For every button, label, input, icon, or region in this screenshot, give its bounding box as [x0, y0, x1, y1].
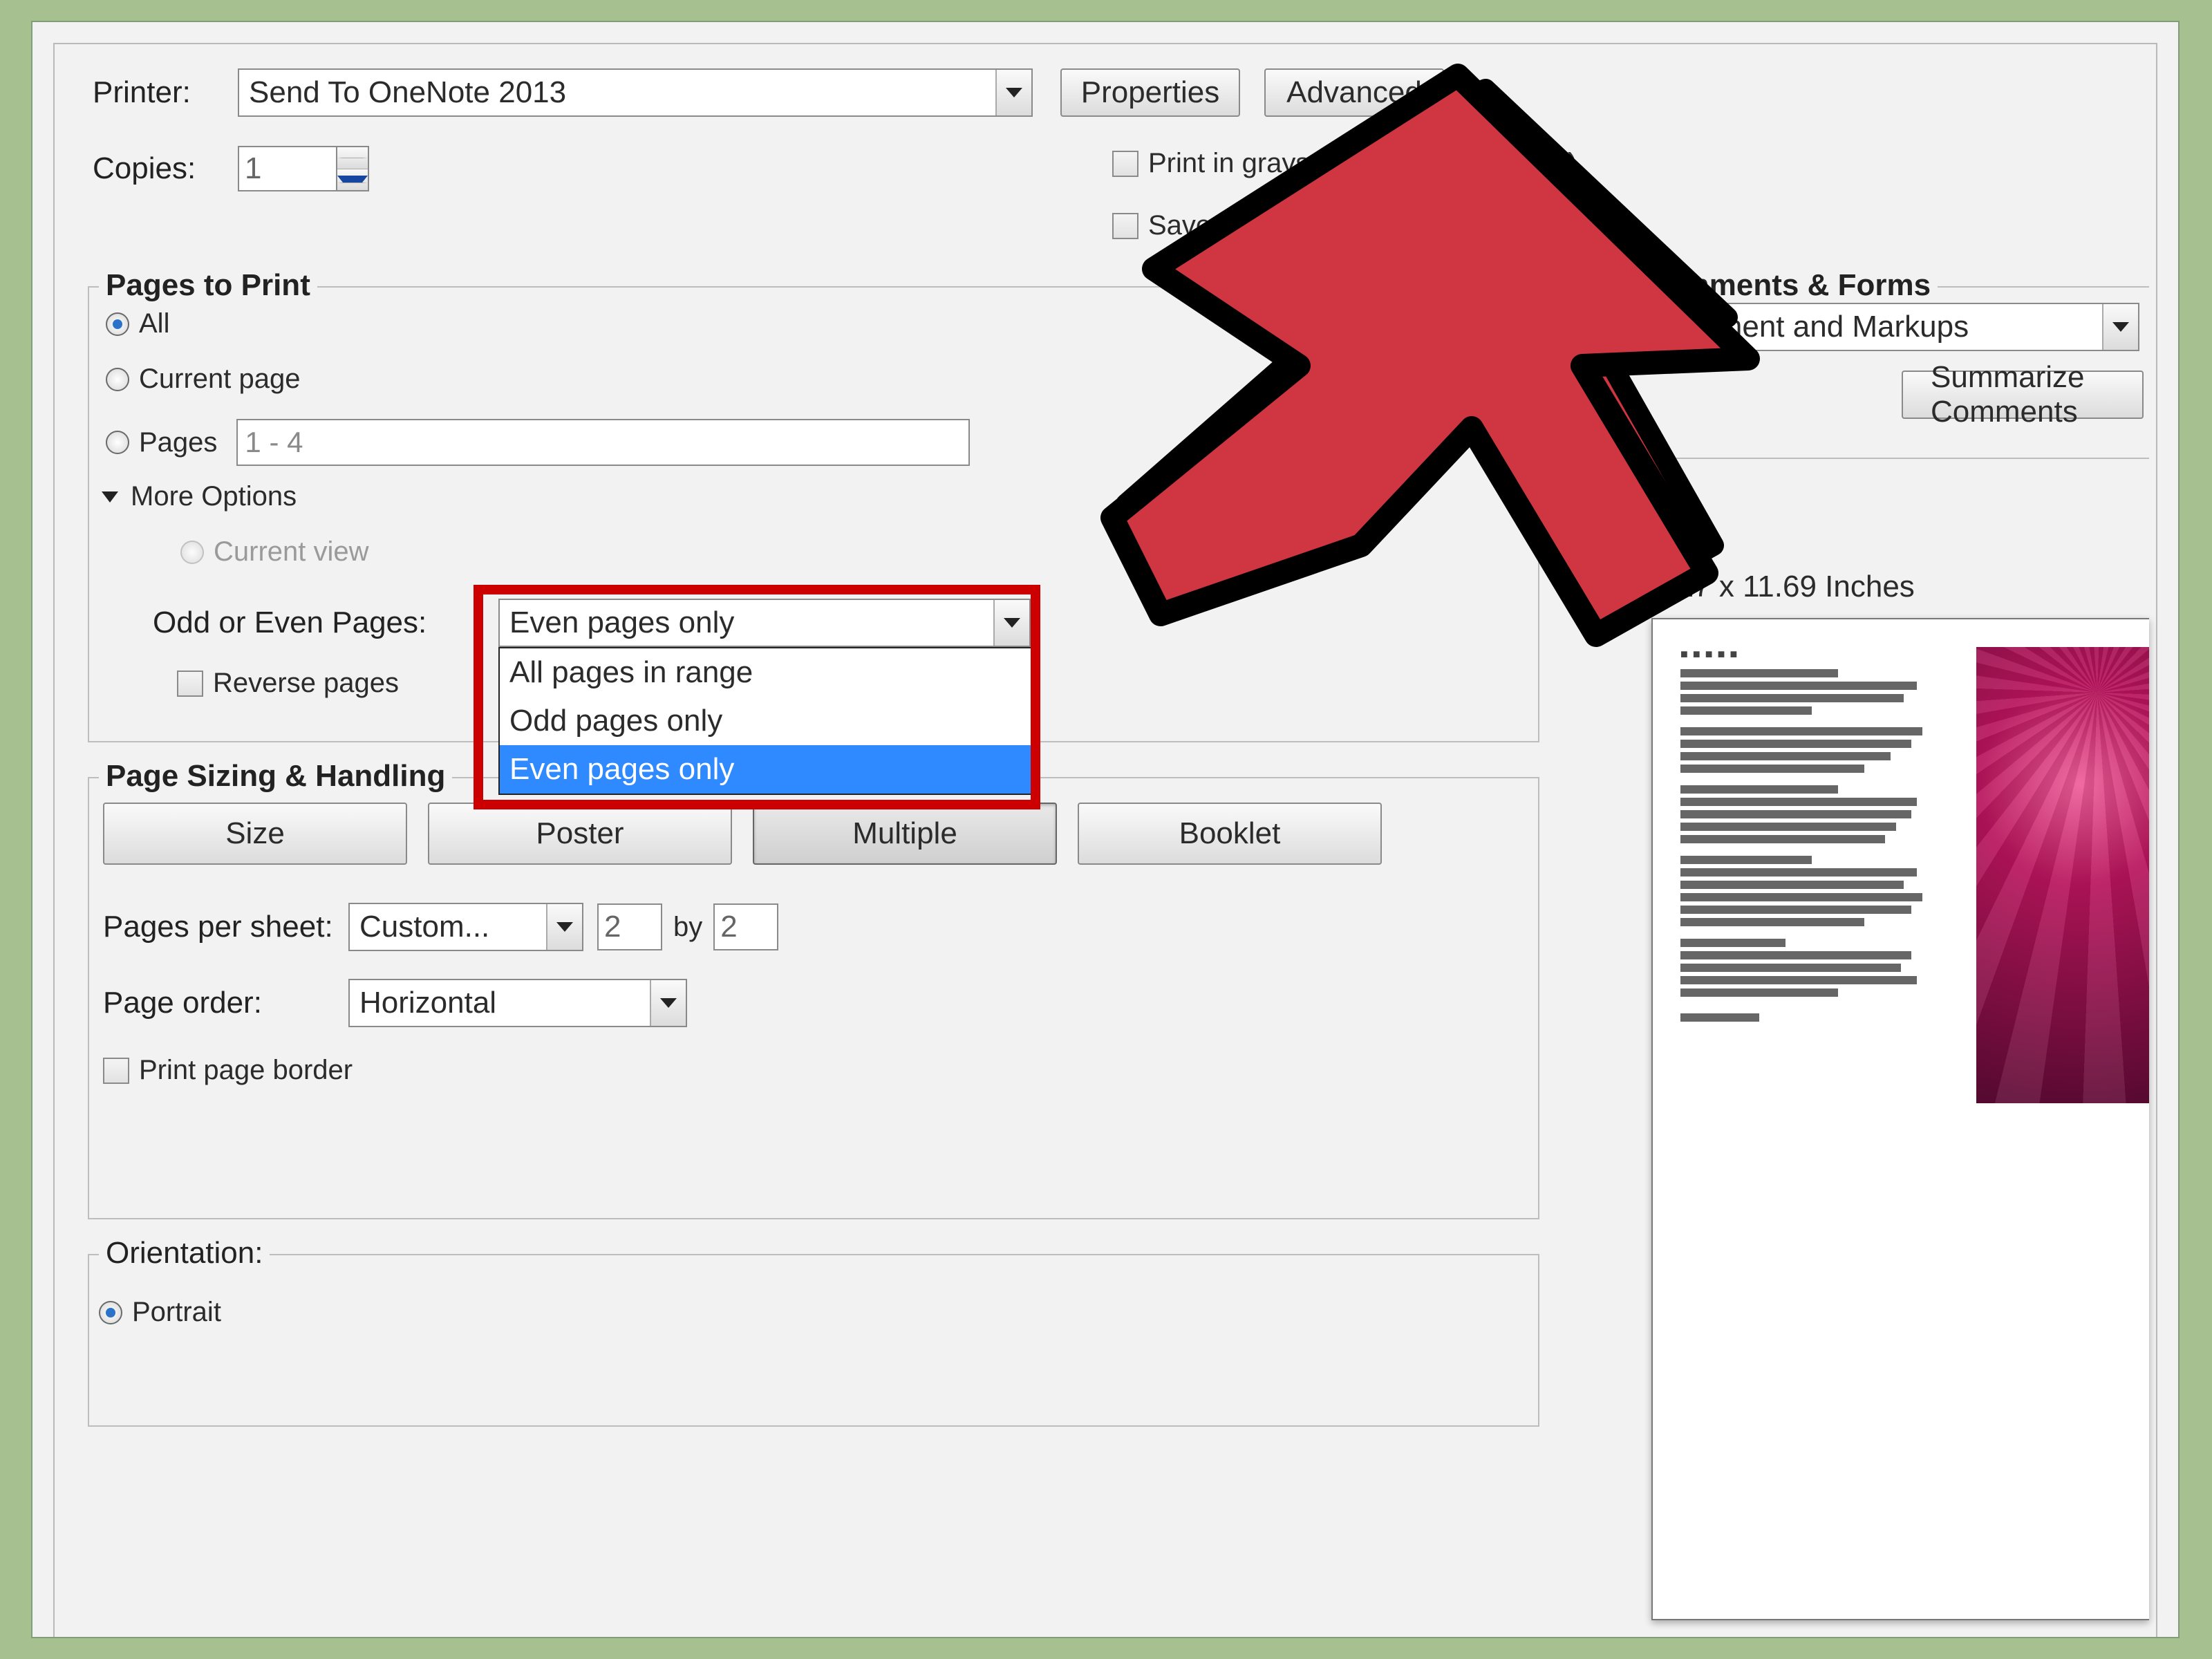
option-all[interactable]: All: [106, 308, 169, 339]
comments-forms-legend: Comments & Forms: [1635, 268, 1938, 303]
radio-portrait-label: Portrait: [132, 1297, 221, 1328]
odd-even-opt-all[interactable]: All pages in range: [500, 648, 1032, 697]
orientation-legend: Orientation:: [99, 1236, 270, 1271]
saveink-label: Save ink/toner: [1148, 210, 1325, 241]
preview-doc-image: [1976, 647, 2149, 1103]
properties-button[interactable]: Properties: [1060, 68, 1240, 117]
orientation-group: Orientation: Portrait: [88, 1254, 1539, 1427]
pps-cols-input[interactable]: [597, 903, 662, 950]
orientation-portrait-option[interactable]: Portrait: [99, 1297, 221, 1328]
odd-even-opt-odd[interactable]: Odd pages only: [500, 697, 1032, 745]
odd-even-value: Even pages only: [509, 606, 734, 640]
chevron-down-icon: [1006, 88, 1022, 97]
radio-current[interactable]: [106, 368, 129, 391]
copies-label: Copies:: [93, 151, 238, 186]
page-sizing-legend: Page Sizing & Handling: [99, 759, 452, 794]
pages-per-sheet-combo[interactable]: Custom...: [348, 903, 583, 951]
saveink-checkbox[interactable]: [1112, 213, 1138, 239]
copies-up-button[interactable]: [337, 147, 368, 169]
comments-forms-arrow[interactable]: [2102, 304, 2138, 350]
pps-rows-input[interactable]: [713, 903, 778, 950]
pps-arrow[interactable]: [546, 904, 582, 950]
radio-portrait[interactable]: [99, 1301, 122, 1324]
printer-combo[interactable]: Send To OneNote 2013: [238, 68, 1033, 117]
page-order-value: Horizontal: [359, 986, 496, 1020]
odd-even-arrow[interactable]: [993, 600, 1029, 646]
option-current-page[interactable]: Current page: [106, 364, 300, 395]
grayscale-checkbox[interactable]: [1112, 151, 1138, 177]
chevron-down-icon: [1004, 618, 1020, 628]
radio-current-view: [180, 541, 204, 564]
comments-forms-combo[interactable]: Document and Markups: [1635, 303, 2139, 351]
print-page-border-option[interactable]: Print page border: [103, 1055, 353, 1086]
print-preview-pane: ■ ■ ■ ■ ■: [1651, 618, 2149, 1620]
reverse-pages-option[interactable]: Reverse pages: [177, 668, 399, 699]
pages-range-input[interactable]: [236, 419, 970, 466]
comments-forms-group: Comments & Forms Document and Markups Su…: [1624, 286, 2149, 459]
comments-forms-value: Document and Markups: [1646, 310, 1969, 344]
pages-per-sheet-label: Pages per sheet:: [103, 910, 348, 944]
reverse-pages-label: Reverse pages: [213, 668, 399, 699]
radio-all[interactable]: [106, 312, 129, 336]
chevron-down-icon: [660, 998, 677, 1008]
preview-doc-text: ■ ■ ■ ■ ■: [1680, 647, 1943, 1026]
grayscale-option[interactable]: Print in grayscale (black and white): [1112, 148, 1577, 179]
print-page-border-checkbox[interactable]: [103, 1058, 129, 1084]
more-options-label: More Options: [131, 481, 297, 512]
radio-pages-label: Pages: [139, 427, 217, 458]
option-pages[interactable]: Pages: [106, 419, 970, 466]
odd-even-label: Odd or Even Pages:: [153, 606, 478, 640]
size-button[interactable]: Size: [103, 803, 407, 865]
radio-all-label: All: [139, 308, 169, 339]
odd-even-opt-even[interactable]: Even pages only: [500, 745, 1032, 794]
page-order-combo[interactable]: Horizontal: [348, 979, 687, 1027]
info-icon[interactable]: i: [1336, 213, 1362, 239]
grayscale-label: Print in grayscale (black and white): [1148, 148, 1577, 179]
triangle-down-icon: [102, 491, 118, 503]
booklet-button[interactable]: Booklet: [1078, 803, 1382, 865]
page-order-label: Page order:: [103, 986, 348, 1020]
page-sizing-group: Page Sizing & Handling Size Poster Multi…: [88, 777, 1539, 1219]
reverse-pages-checkbox[interactable]: [177, 671, 203, 697]
print-page-border-label: Print page border: [139, 1055, 353, 1086]
saveink-option[interactable]: Save ink/toner i: [1112, 210, 1362, 241]
odd-even-combo[interactable]: Even pages only All pages in range Odd p…: [498, 599, 1031, 647]
summarize-comments-button[interactable]: Summarize Comments: [1902, 371, 2144, 419]
printer-combo-arrow[interactable]: [995, 70, 1031, 115]
chevron-down-icon: [337, 176, 368, 183]
poster-button[interactable]: Poster: [428, 803, 732, 865]
multiple-button[interactable]: Multiple: [753, 803, 1057, 865]
pages-to-print-group: Pages to Print All Current page Pages Mo…: [88, 286, 1539, 742]
pps-by-label: by: [673, 912, 702, 943]
chevron-down-icon: [556, 922, 573, 932]
printer-label: Printer:: [93, 75, 238, 110]
odd-even-dropdown[interactable]: All pages in range Odd pages only Even p…: [498, 647, 1033, 795]
preview-dimensions-label: 8.27 x 11.69 Inches: [1651, 570, 1915, 604]
copies-spinner[interactable]: [238, 146, 369, 191]
page-order-arrow[interactable]: [650, 980, 686, 1026]
pages-to-print-legend: Pages to Print: [99, 268, 317, 303]
more-options-toggle[interactable]: More Options: [102, 481, 297, 512]
radio-pages[interactable]: [106, 431, 129, 454]
chevron-down-icon: [2112, 322, 2129, 332]
advanced-button[interactable]: Advanced: [1264, 68, 1444, 117]
copies-down-button[interactable]: [337, 169, 368, 191]
copies-input[interactable]: [238, 146, 336, 191]
pages-per-sheet-value: Custom...: [359, 910, 489, 944]
option-current-view: Current view: [180, 536, 369, 568]
printer-combo-value: Send To OneNote 2013: [249, 75, 566, 110]
radio-current-view-label: Current view: [214, 536, 369, 568]
radio-current-label: Current page: [139, 364, 300, 395]
